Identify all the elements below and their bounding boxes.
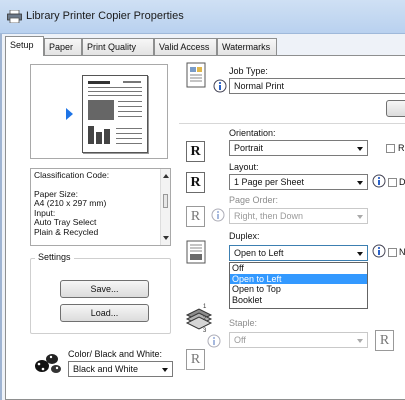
save-button[interactable]: Save... <box>60 280 149 298</box>
page-order-select: Right, then Down <box>229 208 368 224</box>
duplex-option-open-left[interactable]: Open to Left <box>230 273 367 284</box>
chevron-down-icon <box>357 147 363 151</box>
chevron-down-icon <box>357 252 363 256</box>
load-button[interactable]: Load... <box>60 304 149 322</box>
scroll-thumb[interactable] <box>163 194 168 208</box>
staple-label: Staple: <box>229 318 258 328</box>
chevron-down-icon <box>162 368 168 372</box>
job-type-icon <box>186 62 206 88</box>
orientation-value: Portrait <box>234 143 264 153</box>
job-type-label: Job Type: <box>229 66 268 76</box>
job-type-select[interactable]: Normal Print <box>229 78 405 94</box>
scroll-up-icon[interactable] <box>163 174 169 178</box>
duplex-option-open-top[interactable]: Open to Top <box>230 284 367 295</box>
scroll-down-icon[interactable] <box>163 236 169 240</box>
info-line: Classification Code: <box>34 170 110 180</box>
staple-preview-icon: R <box>375 330 394 351</box>
classification-info-list[interactable]: Classification Code: Paper Size: A4 (210… <box>30 168 171 246</box>
duplex-option-off[interactable]: Off <box>230 263 367 274</box>
staple-value: Off <box>234 335 246 345</box>
printer-icon <box>7 10 22 23</box>
layout-label: Layout: <box>229 162 259 172</box>
page-order-icon: R <box>186 206 205 227</box>
info-icon[interactable] <box>213 79 227 93</box>
staple-orientation-icon: R <box>186 349 205 370</box>
svg-text:1: 1 <box>203 304 207 310</box>
orientation-select[interactable]: Portrait <box>229 140 368 156</box>
layout-select[interactable]: 1 Page per Sheet <box>229 174 368 190</box>
scrollbar[interactable] <box>160 169 170 245</box>
document-thumbnail-icon <box>82 75 148 153</box>
tab-valid-access[interactable]: Valid Access <box>154 38 217 55</box>
info-icon[interactable] <box>372 244 386 258</box>
page-order-label: Page Order: <box>229 195 279 205</box>
rotate-checkbox-label: R <box>398 143 405 153</box>
tab-setup[interactable]: Setup <box>5 36 44 56</box>
chevron-down-icon <box>357 181 363 185</box>
details-button[interactable] <box>386 100 405 117</box>
duplex-option-booklet[interactable]: Booklet <box>230 295 367 306</box>
separator <box>179 123 405 124</box>
duplex-dropdown-list[interactable]: Off Open to Left Open to Top Booklet <box>229 262 368 309</box>
draw-frame-checkbox-label: D <box>399 177 405 187</box>
orientation-icon: R <box>186 141 205 162</box>
duplex-label: Duplex: <box>229 231 260 241</box>
color-select[interactable]: Black and White <box>68 361 173 377</box>
stacked-pages-icon: 1 2 3 <box>203 304 207 334</box>
job-type-value: Normal Print <box>234 81 285 91</box>
duplex-icon <box>186 240 206 264</box>
chevron-down-icon <box>357 215 363 219</box>
duplex-value: Open to Left <box>234 248 284 258</box>
chevron-down-icon <box>357 339 363 343</box>
preview-arrow-icon <box>66 108 73 120</box>
layout-value: 1 Page per Sheet <box>234 177 305 187</box>
tab-paper[interactable]: Paper <box>44 38 82 55</box>
color-palette-icon <box>35 354 61 373</box>
svg-text:2: 2 <box>203 316 207 322</box>
draw-frame-checkbox[interactable] <box>388 178 397 187</box>
tab-print-quality[interactable]: Print Quality <box>82 38 154 55</box>
page-order-value: Right, then Down <box>234 211 304 221</box>
rotate-checkbox[interactable] <box>386 144 395 153</box>
duplex-select[interactable]: Open to Left <box>229 245 368 261</box>
info-icon <box>207 334 221 348</box>
settings-group-label: Settings <box>35 252 74 262</box>
layout-icon: R <box>186 172 205 193</box>
info-line: Plain & Recycled <box>34 226 99 237</box>
window-title: Library Printer Copier Properties <box>26 10 184 22</box>
color-select-value: Black and White <box>73 364 139 374</box>
title-bar[interactable]: Library Printer Copier Properties <box>0 0 405 34</box>
duplex-checkbox[interactable] <box>388 248 397 257</box>
info-icon <box>211 208 225 222</box>
info-icon[interactable] <box>372 174 386 188</box>
duplex-checkbox-label: N <box>399 247 405 257</box>
tab-watermarks[interactable]: Watermarks <box>217 38 277 55</box>
color-label: Color/ Black and White: <box>68 349 163 359</box>
orientation-label: Orientation: <box>229 128 276 138</box>
staple-select: Off <box>229 332 368 348</box>
